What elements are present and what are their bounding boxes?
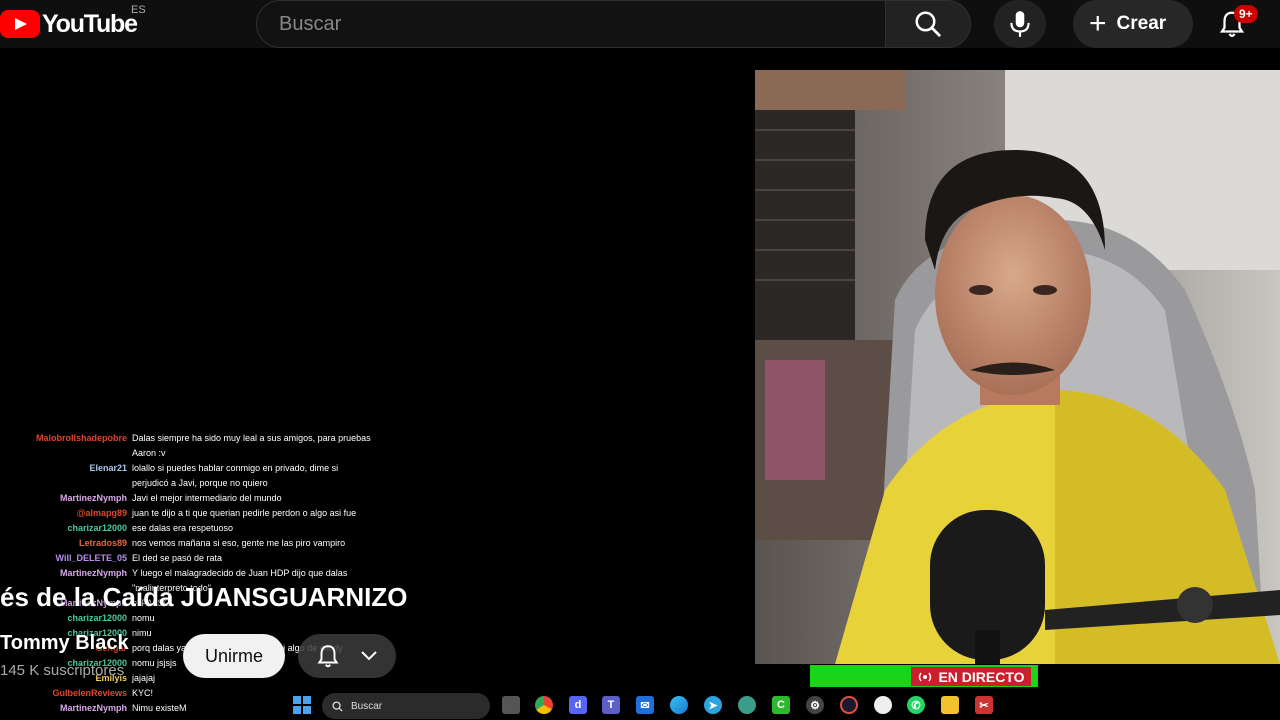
voice-search-button[interactable]	[994, 0, 1046, 48]
chat-text: nos vemos mañana si eso, gente me las pi…	[132, 538, 346, 548]
chevron-down-icon	[360, 651, 377, 661]
search-button[interactable]	[885, 0, 971, 48]
webcam-feed	[755, 70, 1280, 664]
obs-icon[interactable]	[840, 696, 858, 714]
top-bar: YouTube ES + Crear	[0, 0, 1280, 48]
chat-author[interactable]: @almapg89	[0, 506, 132, 521]
vpn-icon[interactable]	[738, 696, 756, 714]
search-box	[256, 0, 886, 48]
subscriber-count: 145 K suscriptores	[0, 662, 125, 679]
windows-start-icon[interactable]	[293, 696, 311, 714]
whatsapp-icon[interactable]: ✆	[907, 696, 925, 714]
create-button[interactable]: + Crear	[1073, 0, 1193, 48]
chat-text: Dalas siempre ha sido muy leal a sus ami…	[132, 433, 371, 458]
chat-author[interactable]: Letrados89	[0, 536, 132, 551]
youtube-logo[interactable]: YouTube	[0, 8, 138, 40]
mail-icon[interactable]: ✉	[636, 696, 654, 714]
chat-text: El ded se pasó de rata	[132, 553, 223, 563]
chat-message: MartinezNymph Javi el mejor intermediario…	[0, 491, 420, 506]
bell-icon	[317, 645, 339, 668]
snipping-tool-icon[interactable]: ✂	[975, 696, 993, 714]
stream-title: és de la Caída JUANSGUARNIZO	[0, 582, 408, 612]
chat-text: ese dalas era respetuoso	[132, 523, 234, 533]
taskbar-search-label: Buscar	[351, 700, 383, 712]
live-label: EN DIRECTO	[938, 668, 1025, 685]
steam-icon[interactable]: ⚙	[806, 696, 824, 714]
edge-icon[interactable]	[670, 696, 688, 714]
chat-message: charizar12000 ese dalas era respetuoso	[0, 521, 420, 536]
chat-author[interactable]: charizar12000	[0, 611, 132, 626]
channel-name[interactable]: Tommy Black	[0, 632, 129, 655]
search-input[interactable]	[257, 1, 885, 47]
chat-text: lolallo si puedes hablar conmigo en priv…	[132, 463, 339, 488]
streamer-image	[755, 70, 1280, 664]
circle-app-icon[interactable]	[874, 696, 892, 714]
chat-text: Javi el mejor intermediario del mundo	[132, 493, 282, 503]
search-icon	[332, 700, 343, 712]
screen: YouTube ES + Crear	[0, 0, 1280, 720]
chat-message: Malobrollshadepobre Dalas siempre ha sido…	[0, 431, 420, 461]
chat-message: @almapg89 juan te dijo a ti que querian p…	[0, 506, 420, 521]
notifications-badge: 9+	[1234, 5, 1258, 23]
chrome-icon[interactable]	[535, 696, 553, 714]
chat-message: Elenar21 lolallo si puedes hablar conmigo…	[0, 461, 420, 491]
chat-author[interactable]: MartinezNymph	[0, 491, 132, 506]
teams-icon[interactable]: T	[602, 696, 620, 714]
chat-message: charizar12000 nomu	[0, 611, 420, 626]
join-button[interactable]: Unirme	[183, 634, 285, 678]
chat-author[interactable]: Will_DELETE_05	[0, 551, 132, 566]
search-icon	[915, 11, 941, 37]
microphone-icon	[1010, 11, 1030, 37]
task-view-icon[interactable]	[502, 696, 520, 714]
chat-message: Will_DELETE_05 El ded se pasó de rata	[0, 551, 420, 566]
camtasia-icon[interactable]: C	[772, 696, 790, 714]
subscribed-notifications-button[interactable]	[298, 634, 396, 678]
chat-text: juan te dijo a ti que querian pedirle pe…	[132, 508, 357, 518]
live-broadcast-icon	[919, 672, 932, 681]
chat-author[interactable]: Elenar21	[0, 461, 132, 491]
chat-text: nomu	[132, 613, 155, 623]
chat-author[interactable]: charizar12000	[0, 521, 132, 536]
telegram-icon[interactable]: ➤	[704, 696, 722, 714]
discord-icon[interactable]: d	[569, 696, 587, 714]
live-badge: EN DIRECTO	[911, 667, 1031, 686]
chat-message: Letrados89 nos vemos mañana si eso, gente…	[0, 536, 420, 551]
youtube-play-icon	[0, 10, 40, 38]
plus-icon: +	[1089, 7, 1107, 40]
chat-author[interactable]: Malobrollshadepobre	[0, 431, 132, 461]
region-code: ES	[131, 4, 146, 16]
youtube-logo-text: YouTube	[42, 9, 138, 38]
file-explorer-icon[interactable]	[941, 696, 959, 714]
taskbar-search[interactable]: Buscar	[322, 693, 490, 719]
create-label: Crear	[1116, 13, 1167, 34]
